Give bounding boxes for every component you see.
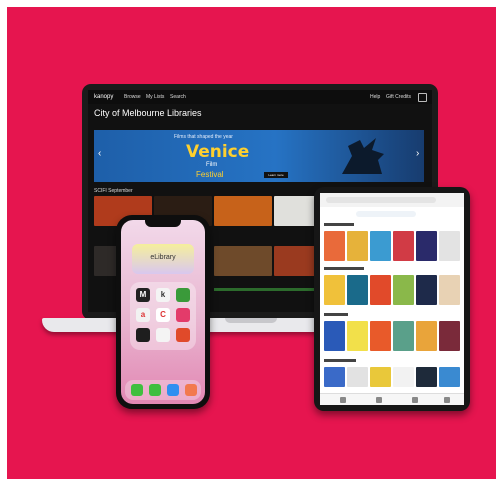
book-cover[interactable] <box>393 367 414 387</box>
tablet-top-bar <box>320 193 464 207</box>
book-cover[interactable] <box>393 231 414 261</box>
book-cover[interactable] <box>439 275 460 305</box>
book-cover[interactable] <box>324 367 345 387</box>
book-cover[interactable] <box>416 321 437 351</box>
red-app-icon[interactable]: a <box>136 308 150 322</box>
chevron-left-icon[interactable]: ‹ <box>98 148 101 159</box>
account-icon[interactable] <box>418 93 427 102</box>
pink-app-icon[interactable] <box>176 308 190 322</box>
laptop-trackpad-notch <box>225 318 277 323</box>
movie-tile[interactable] <box>214 196 272 226</box>
book-cover[interactable] <box>324 231 345 261</box>
nav-gift-credits[interactable]: Gift Credits <box>386 94 411 100</box>
kanopy-nav-bar: kanopy Browse My Lists Search Help Gift … <box>88 90 432 104</box>
book-cover[interactable] <box>439 367 460 387</box>
book-cover[interactable] <box>416 367 437 387</box>
book-cover[interactable] <box>347 321 368 351</box>
banner-kicker: Films that shaped the year <box>174 134 233 140</box>
search-input[interactable] <box>326 197 436 203</box>
tab-bar[interactable] <box>356 211 416 217</box>
account-icon[interactable] <box>444 397 450 403</box>
book-cover[interactable] <box>347 367 368 387</box>
nav-help[interactable]: Help <box>370 94 380 100</box>
kanopy-logo[interactable]: kanopy <box>94 94 113 100</box>
dark-app-icon[interactable] <box>136 328 150 342</box>
book-cover[interactable] <box>324 321 345 351</box>
search-icon[interactable] <box>412 397 418 403</box>
banner-subtitle-film: Film <box>206 162 218 168</box>
app-folder[interactable]: M k a C <box>130 282 196 350</box>
orange-app-icon[interactable] <box>176 328 190 342</box>
elibrary-widget[interactable]: eLibrary <box>132 244 194 274</box>
phone-screen: eLibrary M k a C <box>121 220 205 404</box>
banner-button[interactable]: Learn more <box>264 172 288 178</box>
elibrary-widget-label: eLibrary <box>150 254 176 261</box>
book-cover[interactable] <box>370 367 391 387</box>
book-cover[interactable] <box>416 275 437 305</box>
c-app-icon[interactable]: C <box>156 308 170 322</box>
winged-lion-statue-icon <box>342 138 384 174</box>
movie-tile[interactable] <box>214 246 272 276</box>
book-cover[interactable] <box>347 231 368 261</box>
section-label-spring <box>324 223 354 226</box>
banner-subtitle-festival: Festival <box>196 170 224 179</box>
home-icon[interactable] <box>340 397 346 403</box>
section-label-new <box>324 313 348 316</box>
book-cover[interactable] <box>370 275 391 305</box>
chevron-right-icon[interactable]: › <box>416 148 419 159</box>
banner-title: Venice <box>186 142 250 162</box>
section-label-bestsellers <box>324 359 356 362</box>
messages-app-icon[interactable] <box>149 384 161 396</box>
nav-search[interactable]: Search <box>170 94 186 100</box>
book-cover[interactable] <box>370 321 391 351</box>
libby-app-icon[interactable]: M <box>136 288 150 302</box>
book-cover[interactable] <box>416 231 437 261</box>
book-cover[interactable] <box>393 275 414 305</box>
library-icon[interactable] <box>376 397 382 403</box>
library-title: City of Melbourne Libraries <box>94 108 202 118</box>
green-app-icon[interactable] <box>176 288 190 302</box>
light-app-icon[interactable] <box>156 328 170 342</box>
phone-notch <box>145 220 181 227</box>
section-label-essential <box>324 267 364 270</box>
tablet-bottom-nav <box>320 393 464 405</box>
book-cover[interactable] <box>370 231 391 261</box>
hero-banner[interactable]: ‹ Films that shaped the year Venice Film… <box>94 130 424 182</box>
safari-app-icon[interactable] <box>167 384 179 396</box>
book-cover[interactable] <box>324 275 345 305</box>
tablet-screen <box>320 193 464 405</box>
music-app-icon[interactable] <box>185 384 197 396</box>
nav-my-lists[interactable]: My Lists <box>146 94 164 100</box>
book-cover[interactable] <box>347 275 368 305</box>
book-cover[interactable] <box>393 321 414 351</box>
book-cover[interactable] <box>439 321 460 351</box>
row-label-scifi: SCIFI September <box>94 188 133 194</box>
phone-app-icon[interactable] <box>131 384 143 396</box>
book-cover[interactable] <box>439 231 460 261</box>
phone-dock <box>125 380 201 400</box>
nav-browse[interactable]: Browse <box>124 94 141 100</box>
kanopy-app-icon[interactable]: k <box>156 288 170 302</box>
